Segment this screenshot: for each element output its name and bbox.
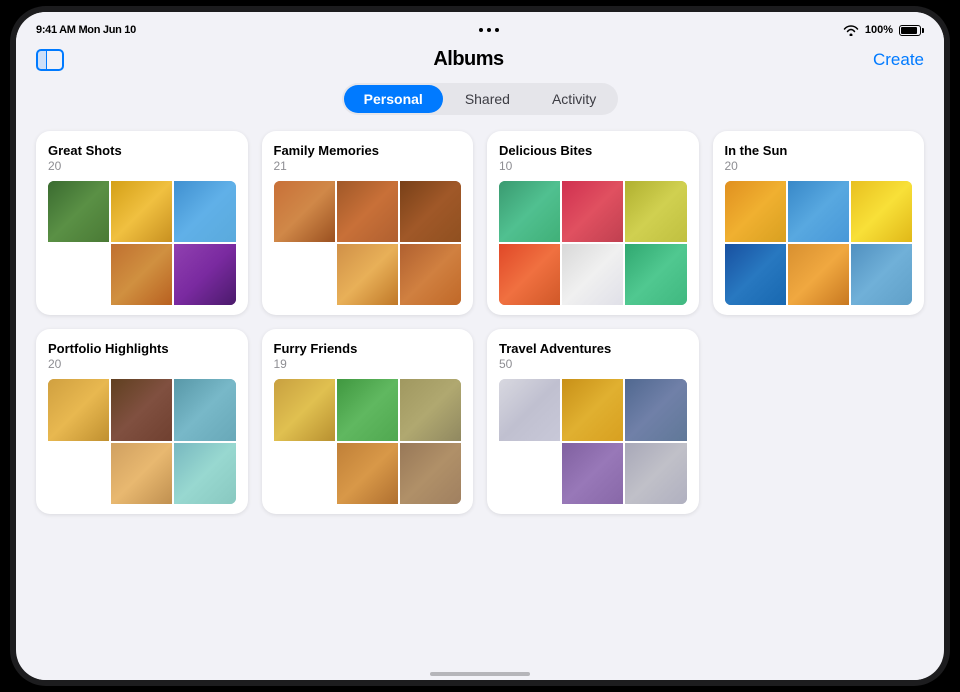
tab-activity[interactable]: Activity [532, 85, 616, 113]
album-photos-great-shots [48, 181, 236, 305]
segment-control-wrapper: Personal Shared Activity [16, 79, 944, 127]
status-center-dots [479, 28, 499, 32]
albums-grid: Great Shots 20 Family Mem [36, 131, 924, 514]
photo-cell [337, 443, 398, 504]
album-card-great-shots[interactable]: Great Shots 20 [36, 131, 248, 315]
photo-cell [400, 443, 461, 504]
album-photos-delicious-bites [499, 181, 687, 305]
album-count-family-memories: 21 [274, 159, 462, 173]
album-title-great-shots: Great Shots [48, 143, 236, 158]
photo-cell [174, 181, 235, 242]
nav-bar: Albums Create [16, 44, 944, 79]
photo-cell [499, 379, 560, 440]
wifi-icon [843, 24, 859, 36]
sidebar-toggle-button[interactable] [36, 49, 64, 71]
dot-2 [487, 28, 491, 32]
photo-cell [337, 244, 398, 305]
photo-cell [337, 181, 398, 242]
album-card-delicious-bites[interactable]: Delicious Bites 10 [487, 131, 699, 315]
status-time: 9:41 AM Mon Jun 10 [36, 24, 136, 36]
album-card-in-the-sun[interactable]: In the Sun 20 [713, 131, 925, 315]
photo-cell [788, 181, 849, 242]
battery-icon [899, 25, 924, 36]
photo-cell [274, 379, 335, 440]
album-photos-in-the-sun [725, 181, 913, 305]
photo-cell [400, 379, 461, 440]
tab-shared[interactable]: Shared [445, 85, 530, 113]
status-right: 100% [843, 24, 924, 36]
album-title-delicious-bites: Delicious Bites [499, 143, 687, 158]
album-count-in-the-sun: 20 [725, 159, 913, 173]
photo-cell [851, 181, 912, 242]
albums-scroll-area[interactable]: Great Shots 20 Family Mem [16, 127, 944, 660]
photo-cell [111, 443, 172, 504]
ipad-frame: 9:41 AM Mon Jun 10 100% [10, 6, 950, 686]
home-bar [430, 672, 530, 676]
photo-cell [400, 181, 461, 242]
album-count-great-shots: 20 [48, 159, 236, 173]
page-title: Albums [433, 48, 503, 71]
tab-personal[interactable]: Personal [344, 85, 443, 113]
photo-cell [174, 443, 235, 504]
home-indicator [16, 660, 944, 680]
photo-cell [625, 379, 686, 440]
album-count-portfolio-highlights: 20 [48, 357, 236, 371]
album-card-portfolio-highlights[interactable]: Portfolio Highlights 20 [36, 329, 248, 513]
photo-cell [562, 379, 623, 440]
album-card-travel-adventures[interactable]: Travel Adventures 50 [487, 329, 699, 513]
photo-cell [625, 443, 686, 504]
album-photos-travel-adventures [499, 379, 687, 503]
photo-cell [788, 244, 849, 305]
photo-cell [851, 244, 912, 305]
photo-cell [562, 443, 623, 504]
status-bar: 9:41 AM Mon Jun 10 100% [16, 12, 944, 44]
album-count-travel-adventures: 50 [499, 357, 687, 371]
photo-cell [562, 244, 623, 305]
album-photos-portfolio-highlights [48, 379, 236, 503]
create-button[interactable]: Create [873, 50, 924, 70]
dot-3 [495, 28, 499, 32]
photo-cell [625, 181, 686, 242]
album-title-travel-adventures: Travel Adventures [499, 341, 687, 356]
album-photos-furry-friends [274, 379, 462, 503]
photo-cell [48, 379, 109, 440]
photo-cell [725, 244, 786, 305]
battery-percent: 100% [865, 24, 893, 36]
photo-cell [337, 379, 398, 440]
photo-cell [499, 181, 560, 242]
album-card-family-memories[interactable]: Family Memories 21 [262, 131, 474, 315]
album-card-furry-friends[interactable]: Furry Friends 19 [262, 329, 474, 513]
photo-cell [48, 181, 109, 242]
photo-cell [725, 181, 786, 242]
photo-cell [400, 244, 461, 305]
photo-cell [274, 181, 335, 242]
album-count-furry-friends: 19 [274, 357, 462, 371]
photo-cell [562, 181, 623, 242]
sidebar-icon [36, 49, 64, 71]
segment-control: Personal Shared Activity [342, 83, 619, 115]
album-title-in-the-sun: In the Sun [725, 143, 913, 158]
photo-cell [111, 244, 172, 305]
photo-cell [174, 379, 235, 440]
album-title-family-memories: Family Memories [274, 143, 462, 158]
dot-1 [479, 28, 483, 32]
photo-cell [111, 181, 172, 242]
album-photos-family-memories [274, 181, 462, 305]
album-title-portfolio-highlights: Portfolio Highlights [48, 341, 236, 356]
photo-cell [499, 244, 560, 305]
photo-cell [111, 379, 172, 440]
album-title-furry-friends: Furry Friends [274, 341, 462, 356]
album-count-delicious-bites: 10 [499, 159, 687, 173]
ipad-screen: 9:41 AM Mon Jun 10 100% [16, 12, 944, 680]
photo-cell [625, 244, 686, 305]
photo-cell [174, 244, 235, 305]
